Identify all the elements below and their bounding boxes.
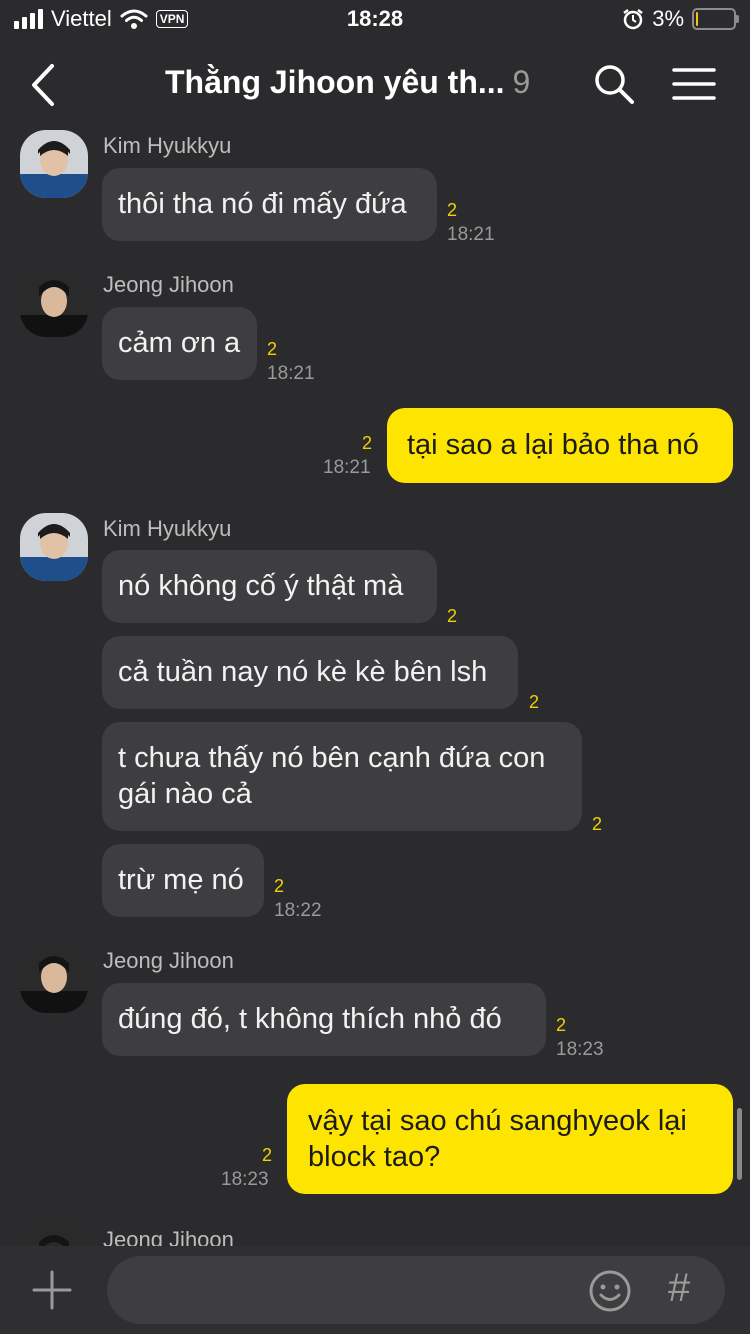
message-time: 18:23 — [221, 1169, 269, 1190]
avatar[interactable] — [20, 945, 88, 1013]
unread-count: 2 — [447, 606, 458, 626]
sender-name: Kim Hyukkyu — [103, 516, 232, 541]
message-text: cả tuần nay nó kè kè bên lsh — [118, 656, 488, 688]
emoji-icon[interactable] — [587, 1268, 633, 1314]
message-text: tại sao a lại bảo tha nó — [407, 429, 699, 461]
chat-header: Thằng Jihoon yêu th... 9 — [0, 40, 750, 130]
unread-count: 2 — [592, 814, 603, 834]
input-bar: # — [0, 1246, 750, 1334]
message-text-line2: gái nào cả — [118, 778, 252, 810]
message-text-line1: vậy tại sao chú sanghyeok lại — [308, 1105, 687, 1137]
status-bar: Viettel VPN 18:28 3% — [0, 0, 750, 40]
message-text-line1: t chưa thấy nó bên cạnh đứa con — [118, 742, 546, 774]
avatar[interactable] — [20, 269, 88, 337]
sender-name: Jeong Jihoon — [103, 272, 234, 297]
sender-name: Jeong Jihoon — [103, 1227, 234, 1246]
unread-count: 2 — [447, 200, 458, 220]
message-bubble[interactable]: trừ mẹ nó — [102, 844, 264, 917]
chevron-left-icon[interactable] — [22, 60, 72, 110]
message-text: thôi tha nó đi mấy đứa — [118, 188, 407, 220]
hamburger-menu-icon[interactable] — [670, 62, 718, 106]
unread-count: 2 — [274, 876, 285, 896]
plus-icon[interactable] — [32, 1270, 72, 1310]
my-message-bubble[interactable]: tại sao a lại bảo tha nó — [387, 408, 733, 483]
message-time: 18:22 — [274, 900, 322, 921]
sender-name: Kim Hyukkyu — [103, 133, 232, 158]
member-count: 9 — [512, 64, 531, 100]
message-time: 18:23 — [556, 1039, 604, 1060]
message-text: đúng đó, t không thích nhỏ đó — [118, 1003, 502, 1035]
unread-count: 2 — [267, 339, 278, 359]
message-time: 18:21 — [267, 363, 315, 384]
message-text: trừ mẹ nó — [118, 864, 244, 896]
message-time: 18:21 — [447, 224, 495, 245]
avatar[interactable] — [20, 130, 88, 198]
message-bubble[interactable]: nó không cố ý thật mà — [102, 550, 437, 623]
message-bubble[interactable]: thôi tha nó đi mấy đứa — [102, 168, 437, 241]
avatar[interactable] — [20, 1224, 88, 1246]
search-icon[interactable] — [592, 62, 636, 106]
message-text: nó không cố ý thật mà — [118, 570, 404, 602]
avatar[interactable] — [20, 513, 88, 581]
battery-percent: 3% — [652, 6, 684, 31]
message-text: cảm ơn a — [118, 327, 241, 359]
chat-title: Thằng Jihoon yêu th... 9 — [165, 64, 530, 101]
message-text-line2: block tao? — [308, 1141, 441, 1173]
hashtag-icon[interactable]: # — [668, 1266, 690, 1311]
battery-icon — [692, 8, 739, 30]
unread-count: 2 — [362, 433, 373, 453]
my-message-bubble[interactable]: vậy tại sao chú sanghyeok lại block tao? — [287, 1084, 733, 1194]
message-bubble[interactable]: cảm ơn a — [102, 307, 257, 380]
message-bubble[interactable]: cả tuần nay nó kè kè bên lsh — [102, 636, 518, 709]
scrollbar[interactable] — [737, 1108, 742, 1180]
alarm-icon — [623, 9, 643, 30]
unread-count: 2 — [556, 1015, 567, 1035]
message-time: 18:21 — [323, 457, 371, 478]
sender-name: Jeong Jihoon — [103, 948, 234, 973]
battery-fill — [696, 12, 698, 26]
chat-title-text: Thằng Jihoon yêu th... — [165, 64, 505, 100]
unread-count: 2 — [262, 1145, 273, 1165]
unread-count: 2 — [529, 692, 540, 712]
message-bubble[interactable]: đúng đó, t không thích nhỏ đó — [102, 983, 546, 1056]
message-bubble[interactable]: t chưa thấy nó bên cạnh đứa con gái nào … — [102, 722, 582, 831]
